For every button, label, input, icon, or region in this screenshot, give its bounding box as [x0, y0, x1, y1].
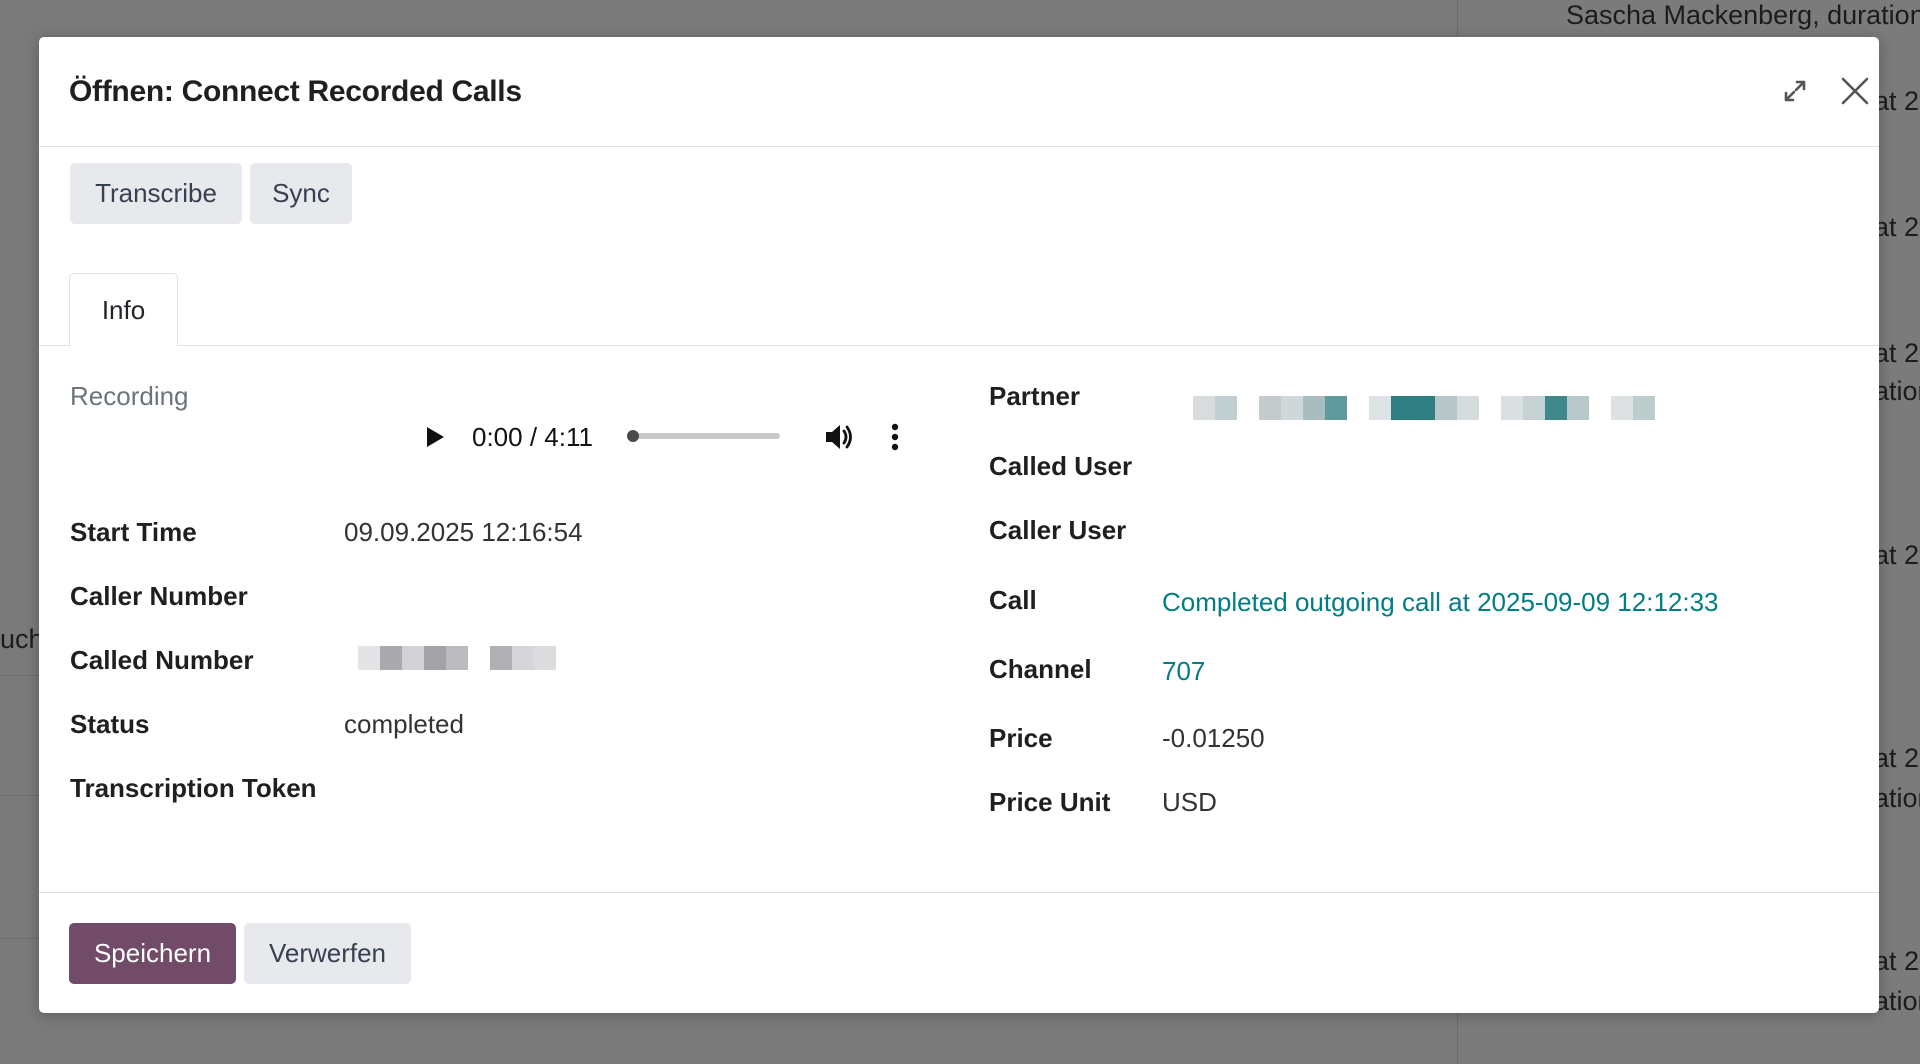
background-chatter-text: Sascha Mackenberg, duration: [1566, 0, 1920, 30]
sync-button[interactable]: Sync: [250, 163, 352, 224]
background-fragment: at 20: [1874, 946, 1920, 976]
audio-time: 0:00 / 4:11: [472, 422, 593, 452]
price-label: Price: [989, 723, 1053, 753]
recording-label: Recording: [70, 381, 189, 411]
background-fragment: at 20: [1874, 743, 1920, 773]
background-fragment: at 20: [1874, 338, 1920, 368]
audio-player[interactable]: 0:00 / 4:11: [379, 409, 919, 465]
expand-icon: [1781, 77, 1809, 110]
call-label: Call: [989, 585, 1037, 615]
call-link[interactable]: Completed outgoing call at 2025-09-09 12…: [1162, 587, 1719, 618]
background-fragment: at 20: [1874, 212, 1920, 242]
save-button[interactable]: Speichern: [69, 923, 236, 984]
price-unit-label: Price Unit: [989, 787, 1111, 817]
start-time-value[interactable]: 09.09.2025 12:16:54: [344, 517, 583, 548]
background-divider: [0, 938, 39, 939]
discard-button[interactable]: Verwerfen: [244, 923, 411, 984]
status-label: Status: [70, 709, 150, 739]
background-fragment: ation: [1874, 783, 1920, 813]
background-fragment: at 20: [1874, 540, 1920, 570]
price-value[interactable]: -0.01250: [1162, 723, 1265, 754]
close-icon: [1840, 76, 1870, 111]
transcription-token-label: Transcription Token: [70, 773, 317, 803]
audio-progress-handle[interactable]: [627, 430, 639, 442]
footer-divider: [39, 892, 1879, 893]
expand-button[interactable]: [1773, 71, 1817, 115]
tab-info[interactable]: Info: [69, 273, 178, 347]
channel-label: Channel: [989, 654, 1092, 684]
more-options-icon[interactable]: [883, 419, 907, 455]
status-value[interactable]: completed: [344, 709, 464, 740]
called-number-label: Called Number: [70, 645, 254, 675]
caller-user-label: Caller User: [989, 515, 1127, 545]
background-fragment: ation: [1874, 986, 1920, 1016]
background-fragment: at 20: [1874, 86, 1920, 116]
channel-link[interactable]: 707: [1162, 656, 1205, 687]
volume-icon[interactable]: [821, 419, 857, 455]
audio-progress-track[interactable]: [627, 430, 780, 442]
partner-label: Partner: [989, 381, 1081, 411]
caller-number-label: Caller Number: [70, 581, 248, 611]
called-number-redacted: [358, 646, 556, 670]
background-divider: [0, 795, 39, 796]
dialog-header: Öffnen: Connect Recorded Calls: [39, 37, 1879, 147]
record-dialog: Öffnen: Connect Recorded Calls Transcrib…: [39, 37, 1879, 1013]
price-unit-value[interactable]: USD: [1162, 787, 1217, 818]
background-divider: [0, 675, 39, 676]
background-fragment: ation: [1874, 376, 1920, 406]
called-user-label: Called User: [989, 451, 1133, 481]
play-icon[interactable]: [419, 422, 449, 452]
dialog-title: Öffnen: Connect Recorded Calls: [69, 75, 522, 108]
partner-redacted[interactable]: [1193, 396, 1655, 420]
close-button[interactable]: [1833, 71, 1877, 115]
start-time-label: Start Time: [70, 517, 197, 547]
tabs-divider: [39, 345, 1879, 346]
transcribe-button[interactable]: Transcribe: [70, 163, 242, 224]
